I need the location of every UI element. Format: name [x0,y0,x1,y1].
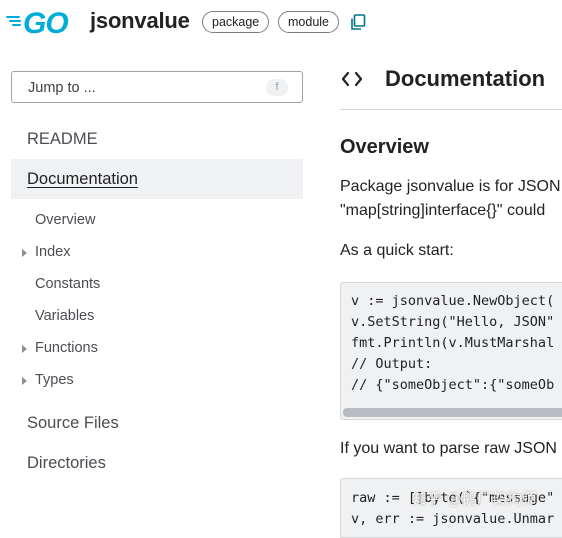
package-name: jsonvalue [90,8,190,33]
title-divider [340,109,562,110]
sidebar-item-documentation[interactable]: Documentation [27,170,138,189]
sidebar-item-functions[interactable]: Functions [35,340,98,356]
sidebar-item-directories[interactable]: Directories [27,454,106,473]
overview-heading: Overview [340,136,429,158]
overview-text-line: "map[string]interface{}" could [340,202,546,219]
package-chip: package [202,11,270,33]
sidebar-item-variables[interactable]: Variables [35,308,94,324]
jump-to-input[interactable]: Jump to ... f [11,71,303,103]
go-logo-text: GO [23,7,68,37]
overview-text-line: Package jsonvalue is for JSON [340,178,561,195]
code-line: fmt.Println(v.MustMarshal [351,335,555,351]
sidebar-item-constants[interactable]: Constants [35,276,100,292]
code-line: // {"someObject":{"someOb [351,377,555,393]
go-logo-icon[interactable]: GO [6,5,82,37]
code-line: v.SetString("Hello, JSON" [351,314,555,330]
code-line: // Output: [351,356,433,372]
horizontal-scrollbar[interactable] [343,408,562,417]
expand-caret-icon[interactable] [22,345,27,353]
code-line: v, err := jsonvalue.Unmar [351,511,555,527]
jump-shortcut-key: f [266,79,288,96]
code-example-block: v := jsonvalue.NewObject( v.SetString("H… [340,282,562,420]
code-brackets-icon [341,71,363,87]
sidebar-item-index[interactable]: Index [35,244,70,260]
sidebar-item-readme[interactable]: README [27,130,98,149]
copy-icon[interactable] [350,14,366,31]
code-line: v := jsonvalue.NewObject( [351,293,555,309]
watermark-text: 知乎 @鹅厂架构师 [412,490,537,508]
sidebar-item-types[interactable]: Types [35,372,74,388]
page-title: Documentation [385,66,546,91]
parse-json-text: If you want to parse raw JSON [340,440,557,457]
expand-caret-icon[interactable] [22,377,27,385]
sidebar-item-source-files[interactable]: Source Files [27,414,119,433]
sidebar-item-overview[interactable]: Overview [35,212,95,228]
expand-caret-icon[interactable] [22,249,27,257]
module-chip: module [278,11,339,33]
header: GO jsonvalue package module [0,0,562,46]
quick-start-text: As a quick start: [340,242,454,259]
jump-to-placeholder: Jump to ... [28,80,96,96]
